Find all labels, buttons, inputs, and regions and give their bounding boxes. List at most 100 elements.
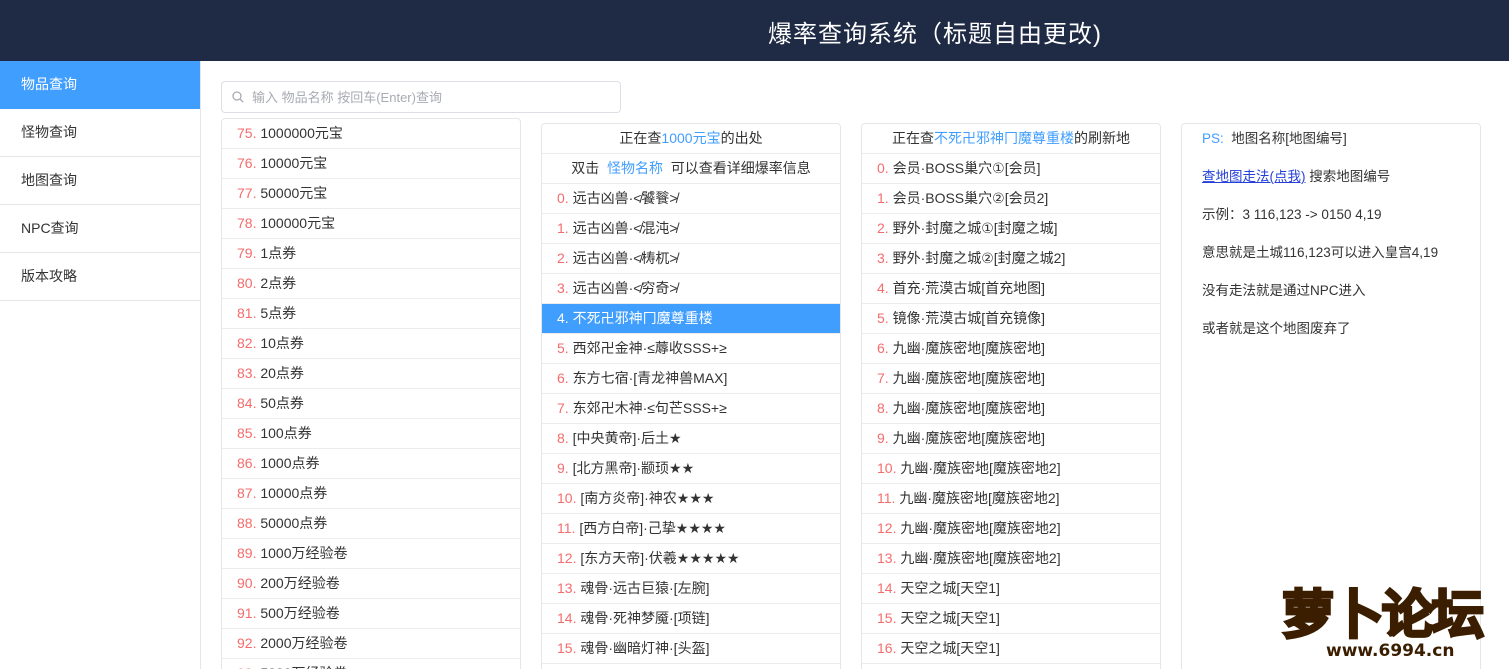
- item-row[interactable]: 83. 20点券: [222, 359, 520, 389]
- row-name: 远古凶兽·≮饕餮≯: [572, 190, 678, 206]
- sidebar-item[interactable]: 版本攻略: [0, 253, 200, 301]
- monster-row[interactable]: 6. 东方七宿·[青龙神兽MAX]: [542, 364, 840, 394]
- map-row[interactable]: 1. 会员·BOSS巢穴②[会员2]: [862, 184, 1160, 214]
- map-row[interactable]: 14. 天空之城[天空1]: [862, 574, 1160, 604]
- row-name: 20点券: [260, 365, 304, 381]
- row-index: 10.: [877, 460, 897, 476]
- map-row[interactable]: 10. 九幽·魔族密地[魔族密地2]: [862, 454, 1160, 484]
- row-index: 7.: [877, 370, 889, 386]
- item-row[interactable]: 90. 200万经验卷: [222, 569, 520, 599]
- ps-format-text: 地图名称[地图编号]: [1231, 131, 1347, 146]
- monster-row[interactable]: 14. 魂骨·死神梦魇·[项链]: [542, 604, 840, 634]
- map-row[interactable]: 16. 天空之城[天空1]: [862, 634, 1160, 664]
- item-row[interactable]: 84. 50点券: [222, 389, 520, 419]
- item-row[interactable]: 79. 1点券: [222, 239, 520, 269]
- monster-row[interactable]: 5. 西郊卍金神·≤蓐收SSS+≥: [542, 334, 840, 364]
- item-row[interactable]: 92. 2000万经验卷: [222, 629, 520, 659]
- map-row[interactable]: 6. 九幽·魔族密地[魔族密地]: [862, 334, 1160, 364]
- item-row[interactable]: 87. 10000点券: [222, 479, 520, 509]
- monster-row[interactable]: 7. 东郊卍木神·≤句芒SSS+≥: [542, 394, 840, 424]
- row-index: 85.: [237, 425, 257, 441]
- row-index: 15.: [557, 640, 577, 656]
- row-name: 500万经验卷: [260, 605, 340, 621]
- queried-item-name: 1000元宝: [661, 130, 721, 146]
- item-row[interactable]: 89. 1000万经验卷: [222, 539, 520, 569]
- hint-monster-name: 怪物名称: [607, 160, 663, 176]
- row-index: 15.: [877, 610, 897, 626]
- monster-row[interactable]: 4. 不死卍邪神冂魔尊重楼: [542, 304, 840, 334]
- monster-row[interactable]: 10. [南方炎帝]·神农★★★: [542, 484, 840, 514]
- ps-format-line: PS: 地图名称[地图编号]: [1202, 130, 1480, 168]
- monster-row[interactable]: 9. [北方黑帝]·颛顼★★: [542, 454, 840, 484]
- item-row[interactable]: 93. 5000万经验卷: [222, 659, 520, 669]
- item-row[interactable]: 76. 10000元宝: [222, 149, 520, 179]
- map-row[interactable]: 0. 会员·BOSS巢穴①[会员]: [862, 154, 1160, 184]
- item-row[interactable]: 77. 50000元宝: [222, 179, 520, 209]
- map-row[interactable]: 2. 野外·封魔之城①[封魔之城]: [862, 214, 1160, 244]
- map-row[interactable]: 7. 九幽·魔族密地[魔族密地]: [862, 364, 1160, 394]
- item-row[interactable]: 82. 10点券: [222, 329, 520, 359]
- item-row[interactable]: 78. 100000元宝: [222, 209, 520, 239]
- monster-row[interactable]: 12. [东方天帝]·伏羲★★★★★: [542, 544, 840, 574]
- row-index: 9.: [877, 430, 889, 446]
- row-index: 9.: [557, 460, 569, 476]
- monster-row[interactable]: 0. 远古凶兽·≮饕餮≯: [542, 184, 840, 214]
- item-row[interactable]: 85. 100点券: [222, 419, 520, 449]
- map-row[interactable]: 13. 九幽·魔族密地[魔族密地2]: [862, 544, 1160, 574]
- monster-row[interactable]: 8. [中央黄帝]·后土★: [542, 424, 840, 454]
- row-index: 5.: [877, 310, 889, 326]
- row-index: 3.: [877, 250, 889, 266]
- row-index: 89.: [237, 545, 257, 561]
- row-name: 首充·荒漠古城[首充地图]: [892, 280, 1046, 296]
- app-header: 爆率查询系统（标题自由更改): [0, 0, 1509, 61]
- monster-row[interactable]: 11. [西方白帝]·己挚★★★★: [542, 514, 840, 544]
- watermark-logo-text: 萝卜论坛: [1280, 585, 1485, 648]
- row-name: 魂骨·远古巨猿·[左腕]: [580, 580, 710, 596]
- search-box[interactable]: [221, 81, 621, 113]
- row-name: 2点券: [260, 275, 297, 291]
- map-route-line: 查地图走法(点我) 搜索地图编号: [1202, 168, 1480, 206]
- monster-row[interactable]: 1. 远古凶兽·≮混沌≯: [542, 214, 840, 244]
- row-index: 8.: [877, 400, 889, 416]
- item-row[interactable]: 88. 50000点券: [222, 509, 520, 539]
- map-row[interactable]: 15. 天空之城[天空1]: [862, 604, 1160, 634]
- item-row[interactable]: 75. 1000000元宝: [222, 119, 520, 149]
- queried-monster-name: 不死卍邪神冂魔尊重楼: [934, 130, 1074, 146]
- map-row[interactable]: 4. 首充·荒漠古城[首充地图]: [862, 274, 1160, 304]
- abandoned-line: 或者就是这个地图废弃了: [1202, 321, 1351, 336]
- map-row[interactable]: 5. 镜像·荒漠古城[首充镜像]: [862, 304, 1160, 334]
- monster-row[interactable]: 15. 魂骨·幽暗灯神·[头盔]: [542, 634, 840, 664]
- search-input[interactable]: [252, 82, 612, 112]
- row-name: 野外·封魔之城①[封魔之城]: [892, 220, 1058, 236]
- items-list-panel: 75. 1000000元宝 76. 10000元宝 77. 50000元宝 78. 1…: [221, 118, 521, 669]
- row-name: 天空之城[天空1]: [900, 610, 1000, 626]
- map-route-link[interactable]: 查地图走法(点我): [1202, 169, 1306, 184]
- map-row[interactable]: 8. 九幽·魔族密地[魔族密地]: [862, 394, 1160, 424]
- hint-suffix: 可以查看详细爆率信息: [670, 160, 811, 176]
- map-row[interactable]: 3. 野外·封魔之城②[封魔之城2]: [862, 244, 1160, 274]
- row-name: 会员·BOSS巢穴②[会员2]: [892, 190, 1049, 206]
- monster-row[interactable]: 13. 魂骨·远古巨猿·[左腕]: [542, 574, 840, 604]
- header-suffix: 的刷新地: [1074, 130, 1130, 146]
- map-row[interactable]: 12. 九幽·魔族密地[魔族密地2]: [862, 514, 1160, 544]
- row-name: 50000元宝: [260, 185, 328, 201]
- sidebar-item[interactable]: 怪物查询: [0, 109, 200, 157]
- monster-row[interactable]: 2. 远古凶兽·≮梼杌≯: [542, 244, 840, 274]
- monster-row[interactable]: 3. 远古凶兽·≮穷奇≯: [542, 274, 840, 304]
- row-index: 16.: [877, 640, 897, 656]
- row-index: 8.: [557, 430, 569, 446]
- sidebar-item[interactable]: NPC查询: [0, 205, 200, 253]
- item-row[interactable]: 91. 500万经验卷: [222, 599, 520, 629]
- sidebar-item[interactable]: 物品查询: [0, 61, 200, 109]
- item-row[interactable]: 86. 1000点券: [222, 449, 520, 479]
- row-name: 5000万经验卷: [260, 665, 347, 669]
- row-index: 4.: [877, 280, 889, 296]
- row-name: 九幽·魔族密地[魔族密地]: [892, 370, 1046, 386]
- item-row[interactable]: 80. 2点券: [222, 269, 520, 299]
- row-index: 1.: [557, 220, 569, 236]
- sidebar-item[interactable]: 地图查询: [0, 157, 200, 205]
- row-index: 7.: [557, 400, 569, 416]
- map-row[interactable]: 9. 九幽·魔族密地[魔族密地]: [862, 424, 1160, 454]
- item-row[interactable]: 81. 5点券: [222, 299, 520, 329]
- map-row[interactable]: 11. 九幽·魔族密地[魔族密地2]: [862, 484, 1160, 514]
